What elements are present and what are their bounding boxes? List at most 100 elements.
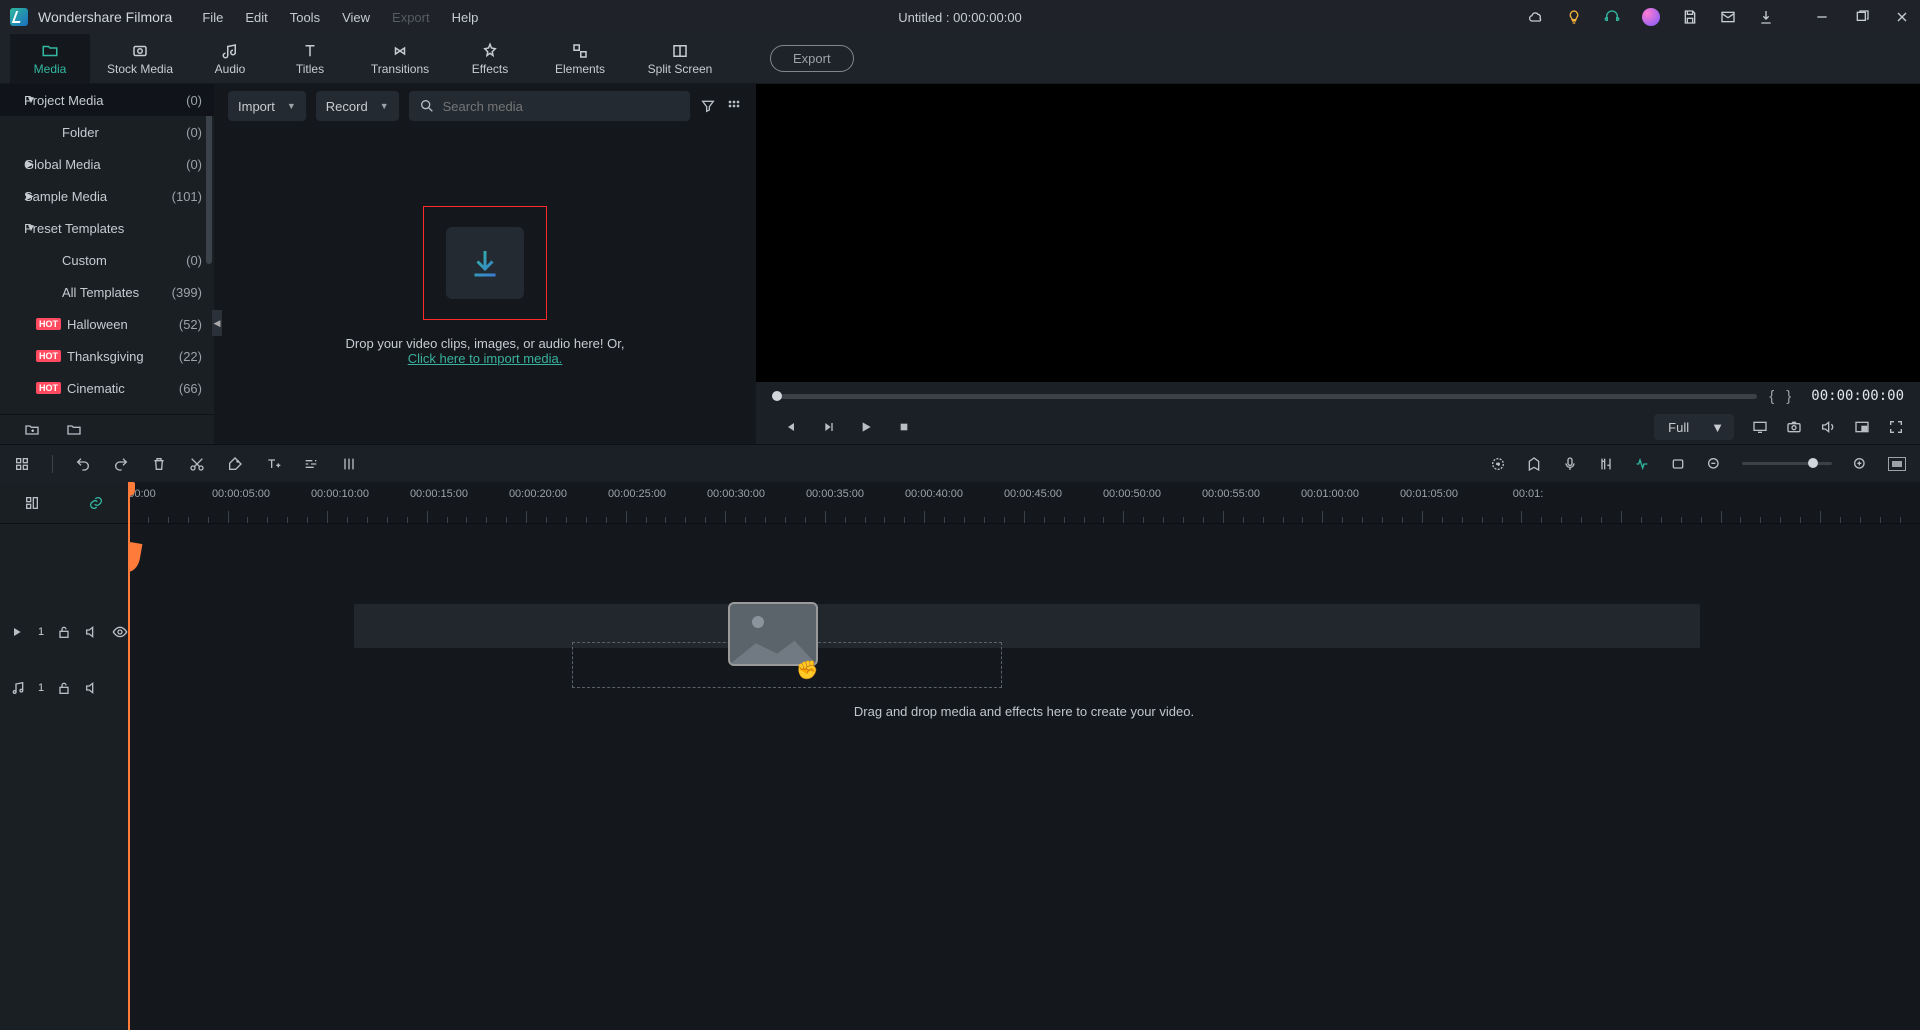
- caret-right-icon: ▶: [26, 191, 34, 202]
- stop-icon[interactable]: [896, 419, 912, 435]
- import-drop-box[interactable]: [423, 206, 547, 320]
- redo-icon[interactable]: [113, 456, 129, 472]
- download-icon[interactable]: [1758, 9, 1774, 25]
- step-frame-icon[interactable]: [820, 419, 836, 435]
- sidebar-item-all-templates[interactable]: All Templates (399): [0, 276, 214, 308]
- audio-track-header[interactable]: 1: [0, 660, 128, 716]
- delete-icon[interactable]: [151, 456, 167, 472]
- mute-icon[interactable]: [84, 624, 100, 640]
- keyframe-icon[interactable]: [341, 456, 357, 472]
- sidebar-item-cinematic[interactable]: HOT Cinematic (66): [0, 372, 214, 404]
- lock-icon[interactable]: [56, 624, 72, 640]
- dragging-clip-thumbnail[interactable]: [728, 602, 818, 666]
- auto-beat-icon[interactable]: [1634, 456, 1650, 472]
- tab-stock-media[interactable]: Stock Media: [90, 34, 190, 84]
- lock-icon[interactable]: [56, 680, 72, 696]
- user-avatar[interactable]: [1642, 8, 1660, 26]
- cut-icon[interactable]: [189, 456, 205, 472]
- play-icon[interactable]: [858, 419, 874, 435]
- zoom-out-icon[interactable]: [1706, 456, 1722, 472]
- quality-label: Full: [1668, 420, 1689, 435]
- tag-icon[interactable]: [227, 456, 243, 472]
- sidebar-item-project-media[interactable]: ▼ Project Media (0): [0, 84, 214, 116]
- new-folder-icon[interactable]: [24, 422, 40, 438]
- workspace-body: ▼ Project Media (0) Folder (0) ▶ Global …: [0, 84, 1920, 444]
- snapshot-icon[interactable]: [1786, 419, 1802, 435]
- sidebar-collapse-icon[interactable]: ◀: [212, 310, 222, 336]
- menu-edit[interactable]: Edit: [245, 10, 267, 25]
- marker-icon[interactable]: [1526, 456, 1542, 472]
- timecode[interactable]: 00:00:00:00: [1811, 388, 1904, 404]
- tips-icon[interactable]: [1566, 9, 1582, 25]
- text-add-icon[interactable]: [265, 456, 281, 472]
- layout-icon[interactable]: [14, 456, 30, 472]
- zoom-slider[interactable]: [1742, 462, 1832, 465]
- media-drop-zone[interactable]: Drop your video clips, images, or audio …: [214, 128, 756, 444]
- tab-effects[interactable]: Effects: [450, 34, 530, 84]
- zoom-fit-icon[interactable]: [1888, 457, 1906, 471]
- grid-view-icon[interactable]: [726, 98, 742, 114]
- sidebar-item-sample-media[interactable]: ▶ Sample Media (101): [0, 180, 214, 212]
- timeline-ruler[interactable]: 00:0000:00:05:0000:00:10:0000:00:15:0000…: [128, 482, 1920, 524]
- preview-viewport[interactable]: [756, 84, 1920, 382]
- playhead-handle-icon[interactable]: [128, 540, 142, 573]
- sidebar-item-global-media[interactable]: ▶ Global Media (0): [0, 148, 214, 180]
- voiceover-icon[interactable]: [1562, 456, 1578, 472]
- undo-icon[interactable]: [75, 456, 91, 472]
- tab-split-screen[interactable]: Split Screen: [630, 34, 730, 84]
- audio-mixer-icon[interactable]: [1598, 456, 1614, 472]
- support-icon[interactable]: [1604, 9, 1620, 25]
- export-button[interactable]: Export: [770, 45, 854, 72]
- sidebar-item-folder[interactable]: Folder (0): [0, 116, 214, 148]
- prev-frame-icon[interactable]: [782, 419, 798, 435]
- minimize-icon[interactable]: [1814, 9, 1830, 25]
- volume-icon[interactable]: [1820, 419, 1836, 435]
- scrub-slider[interactable]: [772, 394, 1757, 399]
- mark-out-icon[interactable]: }: [1786, 388, 1791, 405]
- visibility-icon[interactable]: [112, 624, 128, 640]
- menu-export[interactable]: Export: [392, 10, 430, 25]
- sidebar-item-custom[interactable]: Custom (0): [0, 244, 214, 276]
- mute-icon[interactable]: [84, 680, 100, 696]
- mark-in-icon[interactable]: {: [1769, 388, 1774, 405]
- close-icon[interactable]: [1894, 9, 1910, 25]
- maximize-icon[interactable]: [1854, 9, 1870, 25]
- playhead[interactable]: [128, 482, 130, 1030]
- timeline-layers-icon[interactable]: [24, 495, 40, 511]
- cloud-icon[interactable]: [1528, 9, 1544, 25]
- mail-icon[interactable]: [1720, 9, 1736, 25]
- record-dropdown[interactable]: Record ▼: [316, 91, 399, 121]
- tab-transitions[interactable]: Transitions: [350, 34, 450, 84]
- adjust-icon[interactable]: [303, 456, 319, 472]
- search-media[interactable]: [409, 91, 690, 121]
- filter-icon[interactable]: [700, 98, 716, 114]
- timeline-link-icon[interactable]: [88, 495, 104, 511]
- save-icon[interactable]: [1682, 9, 1698, 25]
- import-dropdown[interactable]: Import ▼: [228, 91, 306, 121]
- sidebar-item-preset-templates[interactable]: ▼ Preset Templates: [0, 212, 214, 244]
- timeline-tracks[interactable]: 00:0000:00:05:0000:00:10:0000:00:15:0000…: [128, 482, 1920, 1030]
- import-link[interactable]: Click here to import media.: [408, 351, 563, 366]
- render-icon[interactable]: [1490, 456, 1506, 472]
- sidebar-item-thanksgiving[interactable]: HOT Thanksgiving (22): [0, 340, 214, 372]
- sidebar-item-halloween[interactable]: HOT Halloween (52): [0, 308, 214, 340]
- zoom-in-icon[interactable]: [1852, 456, 1868, 472]
- crop-icon[interactable]: [1670, 456, 1686, 472]
- video-track-lane[interactable]: [354, 604, 1700, 648]
- display-icon[interactable]: [1752, 419, 1768, 435]
- quality-dropdown[interactable]: Full ▼: [1654, 414, 1734, 440]
- fullscreen-icon[interactable]: [1888, 419, 1904, 435]
- tab-titles[interactable]: Titles: [270, 34, 350, 84]
- menu-tools[interactable]: Tools: [290, 10, 320, 25]
- folder-icon[interactable]: [66, 422, 82, 438]
- pip-icon[interactable]: [1854, 419, 1870, 435]
- menu-view[interactable]: View: [342, 10, 370, 25]
- menu-file[interactable]: File: [202, 10, 223, 25]
- sidebar-item-trending[interactable]: Trending (45): [0, 404, 214, 414]
- search-input[interactable]: [443, 99, 680, 114]
- tab-elements[interactable]: Elements: [530, 34, 630, 84]
- tab-audio[interactable]: Audio: [190, 34, 270, 84]
- menu-help[interactable]: Help: [452, 10, 479, 25]
- video-track-header[interactable]: 1: [0, 604, 128, 660]
- tab-media[interactable]: Media: [10, 34, 90, 84]
